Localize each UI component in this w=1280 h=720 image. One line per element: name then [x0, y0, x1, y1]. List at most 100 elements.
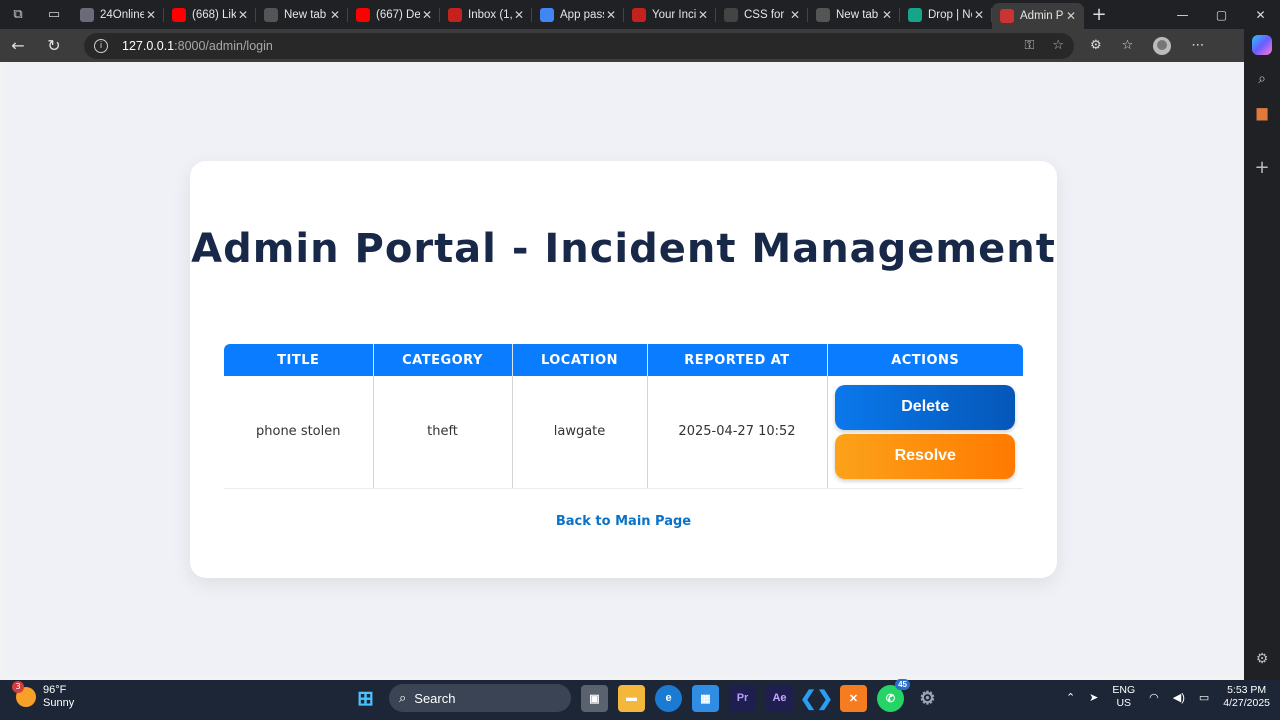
more-menu-icon[interactable]: ⋯ — [1191, 38, 1204, 53]
edge-browser-icon[interactable]: e — [655, 684, 682, 712]
col-title-header: TITLE — [224, 344, 374, 376]
volume-icon[interactable]: ◀) — [1173, 691, 1185, 704]
task-view-icon[interactable]: ▣ — [581, 684, 608, 712]
tab-close-icon[interactable]: ✕ — [236, 8, 250, 22]
refresh-icon[interactable]: ↻ — [36, 36, 72, 55]
copilot-icon[interactable] — [1252, 35, 1272, 55]
tab-close-icon[interactable]: ✕ — [1064, 9, 1078, 23]
back-to-main-link[interactable]: Back to Main Page — [190, 514, 1057, 529]
browser-tab[interactable]: New tab ✕ — [256, 0, 348, 29]
window-controls: — ▢ ✕ — [1163, 8, 1280, 22]
wifi-icon[interactable]: ◠ — [1149, 691, 1159, 704]
tab-close-icon[interactable]: ✕ — [328, 8, 342, 22]
tab-label: Drop | Ne — [928, 8, 972, 21]
browser-tab[interactable]: New tab ✕ — [808, 0, 900, 29]
language-indicator[interactable]: ENG US — [1112, 684, 1135, 710]
key-icon[interactable]: ⚿ — [1024, 38, 1034, 53]
tab-label: 24Online — [100, 8, 144, 21]
location-icon[interactable]: ➤ — [1089, 691, 1098, 704]
search-icon[interactable]: ⌕ — [1244, 71, 1280, 87]
settings-icon[interactable]: ⚙ — [914, 685, 941, 712]
browser-tab[interactable]: Your Incid✕ — [624, 0, 716, 29]
clock[interactable]: 5:53 PM 4/27/2025 — [1223, 684, 1270, 710]
tab-favicon-icon — [172, 7, 186, 22]
cell-title: phone stolen — [224, 376, 374, 489]
tab-close-icon[interactable]: ✕ — [420, 8, 434, 22]
add-sidebar-icon[interactable]: + — [1244, 157, 1280, 178]
favorite-star-icon[interactable]: ☆ — [1052, 38, 1064, 53]
weather-temp: 96°F — [43, 684, 67, 696]
browser-tab[interactable]: (668) Like✕ — [164, 0, 256, 29]
windows-taskbar: 3 96°F Sunny ⊞ ⌕ Search ▣ ▬ e ▦ Pr Ae ❮❯… — [0, 678, 1280, 720]
start-windows-icon[interactable]: ⊞ — [352, 685, 379, 712]
store-icon[interactable]: ▦ — [692, 684, 719, 712]
profile-avatar[interactable] — [1153, 36, 1172, 55]
premiere-pro-icon[interactable]: Pr — [729, 684, 756, 712]
taskbar-apps: ⊞ ⌕ Search ▣ ▬ e ▦ Pr Ae ❮❯ ✕ ✆ 45 ⚙ — [352, 678, 941, 712]
tab-label: App pass — [560, 8, 604, 21]
tab-label: Inbox (1,1 — [468, 8, 512, 21]
chevron-up-icon[interactable]: ⌃ — [1066, 691, 1075, 704]
tab-label: (668) Like — [192, 8, 236, 21]
tab-favicon-icon — [540, 7, 554, 22]
tab-label: (667) Dep — [376, 8, 420, 21]
browser-tab[interactable]: Drop | Ne✕ — [900, 0, 992, 29]
address-bar[interactable]: i 127.0.0.1:8000/admin/login ⚿ ☆ — [84, 32, 1074, 59]
browser-tab[interactable]: 24Online ✕ — [72, 0, 164, 29]
tab-actions-icon[interactable]: ▭ — [36, 0, 72, 29]
tab-favicon-icon — [448, 7, 462, 22]
tab-close-icon[interactable]: ✕ — [696, 8, 710, 22]
search-label: Search — [414, 690, 456, 706]
edge-sidebar: ⌕ ▆ + ⚙ — [1244, 29, 1280, 680]
tab-close-icon[interactable]: ✕ — [604, 8, 618, 22]
close-window-icon[interactable]: ✕ — [1241, 8, 1280, 22]
url-path: :8000/admin/login — [174, 38, 273, 53]
browser-tab[interactable]: App pass ✕ — [532, 0, 624, 29]
browser-tab[interactable]: Inbox (1,1✕ — [440, 0, 532, 29]
whatsapp-icon[interactable]: ✆ 45 — [877, 678, 910, 712]
minimize-icon[interactable]: — — [1163, 8, 1202, 22]
delete-button[interactable]: Delete — [835, 384, 1016, 430]
tab-favicon-icon — [264, 7, 278, 22]
tab-favicon-icon — [356, 7, 370, 22]
workspaces-icon[interactable]: ⧉ — [0, 0, 36, 29]
col-location-header: LOCATION — [512, 344, 648, 376]
after-effects-icon[interactable]: Ae — [766, 684, 793, 712]
new-tab-button[interactable]: + — [1084, 4, 1114, 25]
incidents-table: TITLE CATEGORY LOCATION REPORTED AT ACTI… — [224, 344, 1023, 489]
file-explorer-icon[interactable]: ▬ — [618, 684, 645, 712]
browser-tab[interactable]: Admin Po✕ — [992, 3, 1084, 29]
sun-icon: 3 — [12, 681, 36, 707]
tab-label: CSS for In — [744, 8, 788, 21]
favorites-icon[interactable]: ☆ — [1122, 38, 1134, 53]
maximize-icon[interactable]: ▢ — [1202, 8, 1241, 22]
table-row: phone stolen theft lawgate 2025-04-27 10… — [224, 376, 1023, 489]
tab-close-icon[interactable]: ✕ — [972, 8, 986, 22]
tab-close-icon[interactable]: ✕ — [788, 8, 802, 22]
battery-icon[interactable]: ▭ — [1199, 691, 1209, 704]
system-tray: ⌃ ➤ ENG US ◠ ◀) ▭ 5:53 PM 4/27/2025 — [1066, 684, 1270, 710]
tab-label: Your Incid — [652, 8, 696, 21]
search-icon: ⌕ — [399, 690, 407, 705]
tab-close-icon[interactable]: ✕ — [880, 8, 894, 22]
tab-close-icon[interactable]: ✕ — [144, 8, 158, 22]
browser-tab[interactable]: (667) Dep✕ — [348, 0, 440, 29]
browser-toolbar: ← ↻ i 127.0.0.1:8000/admin/login ⚿ ☆ ⚙ ☆… — [0, 29, 1244, 62]
tools-icon[interactable]: ▆ — [1244, 105, 1280, 121]
tab-strip: ⧉ ▭ 24Online✕(668) Like✕New tab✕(667) De… — [0, 0, 1280, 29]
xampp-icon[interactable]: ✕ — [840, 684, 867, 712]
tab-favicon-icon — [724, 7, 738, 22]
resolve-button[interactable]: Resolve — [835, 433, 1016, 479]
tab-close-icon[interactable]: ✕ — [512, 8, 526, 22]
taskbar-search[interactable]: ⌕ Search — [389, 684, 571, 712]
page-title: Admin Portal - Incident Management — [191, 226, 1056, 272]
back-icon[interactable]: ← — [0, 36, 36, 55]
sidebar-settings-icon[interactable]: ⚙ — [1244, 651, 1280, 667]
browser-tab[interactable]: CSS for In✕ — [716, 0, 808, 29]
extensions-icon[interactable]: ⚙ — [1090, 38, 1102, 53]
vscode-icon[interactable]: ❮❯ — [800, 685, 834, 712]
url-host: 127.0.0.1 — [122, 38, 175, 53]
weather-widget[interactable]: 3 96°F Sunny — [12, 681, 74, 710]
site-info-icon[interactable]: i — [94, 38, 108, 53]
tab-favicon-icon — [816, 7, 830, 22]
